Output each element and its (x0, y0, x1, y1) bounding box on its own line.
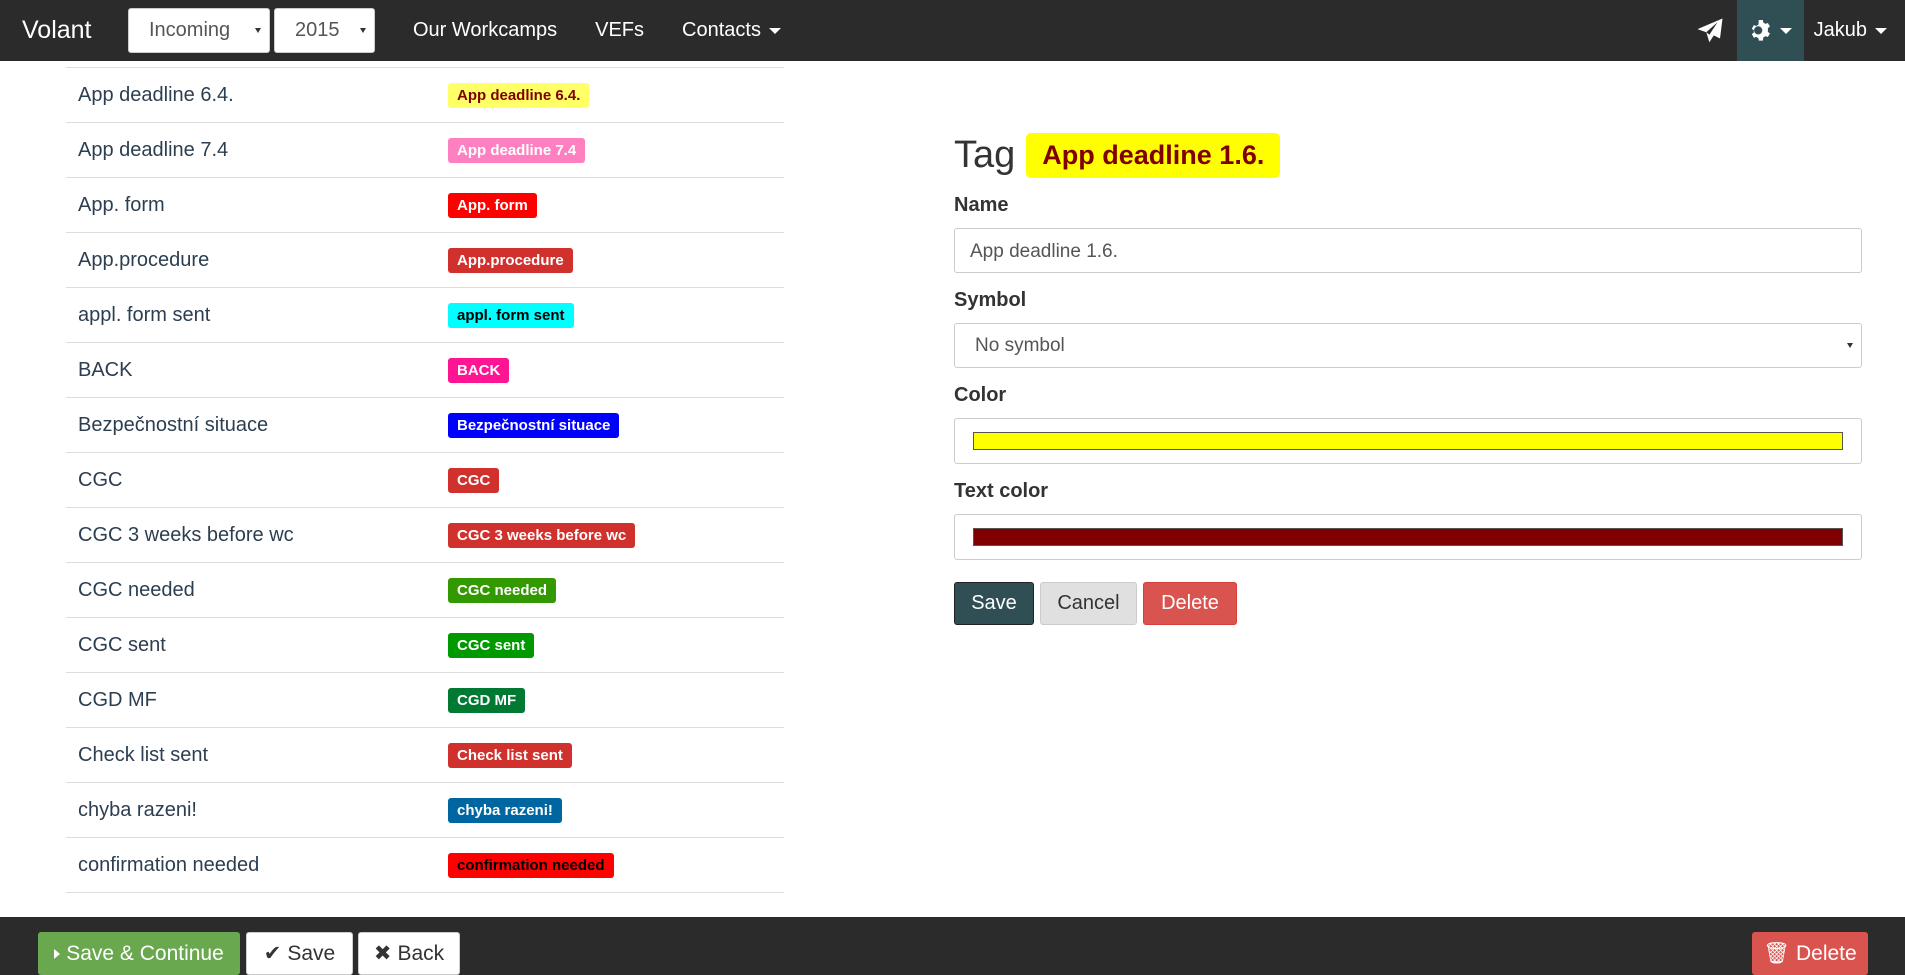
tag-badge: chyba razeni! (448, 797, 562, 823)
cancel-button[interactable]: Cancel (1040, 582, 1137, 625)
select-arrow-icon (255, 28, 261, 33)
send-icon[interactable] (1695, 16, 1725, 46)
user-menu[interactable]: Jakub (1804, 19, 1905, 42)
tag-name: App.procedure (78, 248, 210, 271)
chevron-down-icon (768, 27, 781, 34)
tag-row[interactable]: appl. form sent appl. form sent (66, 288, 784, 343)
tag-badge: confirmation needed (448, 852, 614, 878)
tag-row[interactable]: App deadline 7.4 App deadline 7.4 (66, 123, 784, 178)
tag-row[interactable]: confirmation needed confirmation needed (66, 838, 784, 893)
tag-list: App deadline 6.4. App deadline 6.4. App de… (66, 68, 784, 893)
tag-name: CGC needed (78, 578, 195, 601)
tag-row[interactable]: App deadline 6.4. App deadline 6.4. (66, 68, 784, 123)
tag-name: App deadline 7.4 (78, 138, 229, 161)
check-icon: ✔ (263, 942, 282, 965)
tag-name: CGD MF (78, 688, 157, 711)
caret-right-icon (54, 948, 61, 959)
tag-badge: appl. form sent (448, 302, 574, 328)
tag-row[interactable]: App.procedure App.procedure (66, 233, 784, 288)
save-button[interactable]: Save (954, 582, 1034, 625)
tag-row[interactable]: CGC CGC (66, 453, 784, 508)
tag-row[interactable]: chyba razeni! chyba razeni! (66, 783, 784, 838)
nav-contacts-label: Contacts (682, 19, 761, 41)
form-title: Tag App deadline 1.6. (954, 133, 1862, 178)
tag-name: chyba razeni! (78, 798, 197, 821)
save-continue-button[interactable]: Save & Continue (38, 932, 240, 975)
tag-row[interactable]: Check list sent Check list sent (66, 728, 784, 783)
nav-contacts[interactable]: Contacts (682, 19, 781, 42)
select-arrow-icon (360, 28, 366, 33)
tag-badge: Bezpečnostní situace (448, 412, 620, 438)
tag-badge: App. form (448, 192, 537, 218)
footer-delete-button[interactable]: 🗑 Delete (1752, 932, 1868, 975)
text-color-swatch (973, 528, 1843, 546)
form-buttons: Save Cancel Delete (954, 582, 1862, 625)
delete-button[interactable]: Delete (1143, 582, 1237, 625)
tag-badge: CGC 3 weeks before wc (448, 522, 636, 548)
name-input[interactable]: App deadline 1.6. (954, 228, 1862, 273)
tag-row[interactable]: App. form App. form (66, 178, 784, 233)
direction-select[interactable]: Incoming (128, 8, 270, 53)
trash-icon: 🗑 (1763, 941, 1790, 965)
tag-badge: BACK (448, 357, 510, 383)
nav-vefs[interactable]: VEFs (595, 19, 644, 42)
back-button[interactable]: ✖ Back (358, 932, 460, 975)
tag-badge: CGC needed (448, 577, 557, 603)
tag-row[interactable]: CGC needed CGC needed (66, 563, 784, 618)
save-continue-label: Save & Continue (66, 941, 224, 965)
symbol-select-value: No symbol (975, 335, 1065, 356)
user-name: Jakub (1813, 19, 1867, 41)
symbol-label: Symbol (954, 289, 1027, 311)
tag-row[interactable]: CGC sent CGC sent (66, 618, 784, 673)
tag-name: confirmation needed (78, 853, 260, 876)
tag-badge: CGC sent (448, 632, 535, 658)
color-swatch (973, 432, 1843, 450)
tag-name: CGC 3 weeks before wc (78, 523, 294, 546)
tag-badge: App deadline 7.4 (448, 137, 586, 163)
tag-row[interactable]: BACK BACK (66, 343, 784, 398)
footer-save-button[interactable]: ✔ Save (246, 932, 353, 975)
tag-name: App deadline 6.4. (78, 83, 234, 106)
top-navbar: Volant Incoming 2015 Our Workcamps VEFs … (0, 0, 1905, 61)
tag-name: Check list sent (78, 743, 209, 766)
color-label: Color (954, 384, 1007, 406)
chevron-down-icon (1875, 27, 1887, 34)
tag-badge: App deadline 6.4. (448, 82, 590, 108)
bottom-action-bar: Save & Continue ✔ Save ✖ Back 🗑 Delete (0, 917, 1905, 975)
settings-menu[interactable] (1736, 0, 1804, 61)
tag-name: appl. form sent (78, 303, 211, 326)
text-color-label: Text color (954, 480, 1049, 502)
tag-badge: CGD MF (448, 687, 526, 713)
tag-badge: CGC (448, 467, 500, 493)
select-arrow-icon (1847, 343, 1853, 348)
tag-badge: Check list sent (448, 742, 572, 768)
footer-save-label: Save (287, 941, 336, 965)
text-color-picker[interactable] (954, 514, 1862, 560)
tag-row[interactable]: CGD MF CGD MF (66, 673, 784, 728)
tag-name: BACK (78, 358, 133, 381)
back-label: Back (397, 941, 445, 965)
footer-delete-label: Delete (1795, 941, 1857, 965)
tag-name: App. form (78, 193, 165, 216)
symbol-select[interactable]: No symbol (954, 323, 1862, 368)
year-select[interactable]: 2015 (274, 8, 375, 53)
color-picker[interactable] (954, 418, 1862, 464)
name-label: Name (954, 194, 1009, 216)
tag-row[interactable]: CGC 3 weeks before wc CGC 3 weeks before … (66, 508, 784, 563)
brand-logo[interactable]: Volant (0, 16, 128, 45)
form-title-label: Tag (954, 134, 1016, 176)
tag-name: Bezpečnostní situace (78, 413, 269, 436)
tag-badge: App.procedure (448, 247, 573, 273)
tag-name: CGC (78, 468, 123, 491)
gear-icon (1751, 19, 1771, 41)
tag-edit-form: Tag App deadline 1.6. Name App deadline … (954, 133, 1862, 625)
year-select-value: 2015 (295, 19, 340, 41)
tag-name: CGC sent (78, 633, 166, 656)
chevron-down-icon (1780, 27, 1793, 34)
nav-our-workcamps[interactable]: Our Workcamps (413, 19, 557, 42)
tag-preview-badge: App deadline 1.6. (1026, 133, 1281, 178)
tag-row[interactable]: Bezpečnostní situace Bezpečnostní situace (66, 398, 784, 453)
direction-select-value: Incoming (149, 19, 231, 41)
close-icon: ✖ (373, 942, 392, 965)
